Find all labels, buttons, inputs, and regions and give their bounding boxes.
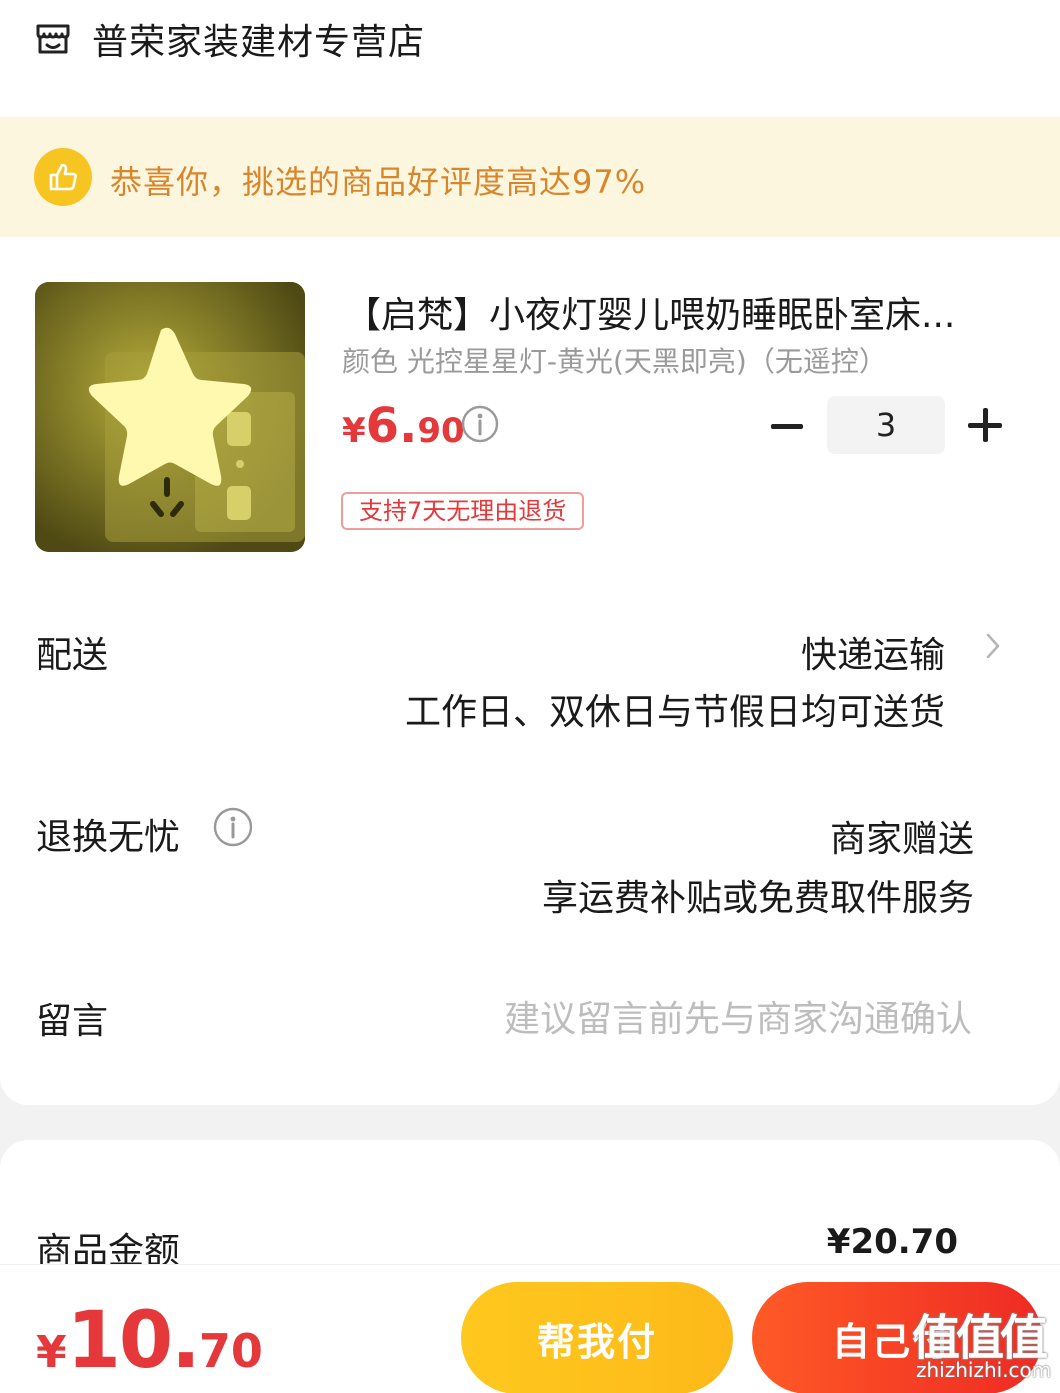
watermark-url: zhizhizhi.com bbox=[916, 1358, 1052, 1382]
minus-icon bbox=[771, 423, 803, 429]
delivery-method[interactable]: 快递运输 bbox=[801, 626, 945, 678]
thumbs-up-icon bbox=[34, 148, 92, 206]
returns-note: 享运费补贴或免费取件服务 bbox=[541, 878, 974, 919]
price-decimal: 90 bbox=[417, 411, 465, 451]
shop-name: 普荣家装建材专营店 bbox=[92, 22, 426, 63]
shop-icon bbox=[34, 20, 72, 58]
message-label: 留言 bbox=[36, 1001, 109, 1042]
price-currency: ¥ bbox=[342, 411, 366, 451]
shop-header[interactable]: 普荣家装建材专营店 bbox=[34, 14, 425, 64]
product-unit-price: ¥6.90 bbox=[342, 398, 465, 454]
returns-label: 退换无忧 bbox=[36, 817, 181, 858]
chevron-right-icon[interactable] bbox=[985, 632, 1001, 660]
returns-info-icon[interactable] bbox=[212, 806, 254, 848]
site-watermark: 值值值 zhizhizhi.com bbox=[912, 1298, 1052, 1388]
help-pay-button[interactable]: 帮我付 bbox=[461, 1282, 733, 1393]
pay-currency: ¥ bbox=[36, 1327, 67, 1378]
quantity-input[interactable]: 3 bbox=[827, 396, 945, 454]
quantity-decrease-button[interactable] bbox=[770, 418, 804, 434]
returns-title: 商家赠送 bbox=[829, 819, 974, 860]
price-integer: 6. bbox=[365, 398, 418, 454]
message-input[interactable]: 建议留言前先与商家沟通确认 bbox=[504, 990, 972, 1042]
product-image[interactable] bbox=[35, 282, 305, 552]
order-confirm-page: 普荣家装建材专营店 恭喜你，挑选的商品好评度高达97% 【启梵】小夜灯婴儿喂奶睡… bbox=[0, 0, 1060, 1393]
pay-decimal: 70 bbox=[198, 1324, 263, 1378]
delivery-label: 配送 bbox=[36, 635, 109, 676]
product-spec[interactable]: 颜色 光控星星灯-黄光(天黑即亮)（无遥控） bbox=[342, 340, 887, 380]
quantity-increase-button[interactable] bbox=[968, 408, 1002, 442]
price-info-icon[interactable] bbox=[460, 404, 500, 444]
pay-integer: 10. bbox=[66, 1296, 201, 1386]
return-policy-tag: 支持7天无理由退货 bbox=[341, 492, 585, 530]
pay-total: ¥10.70 bbox=[36, 1296, 263, 1386]
rating-banner-text: 恭喜你，挑选的商品好评度高达97% bbox=[110, 163, 647, 201]
product-title[interactable]: 【启梵】小夜灯婴儿喂奶睡眠卧室床... bbox=[345, 286, 1005, 338]
delivery-note: 工作日、双休日与节假日均可送货 bbox=[404, 692, 945, 733]
goods-amount-value: ¥20.70 bbox=[826, 1222, 958, 1262]
